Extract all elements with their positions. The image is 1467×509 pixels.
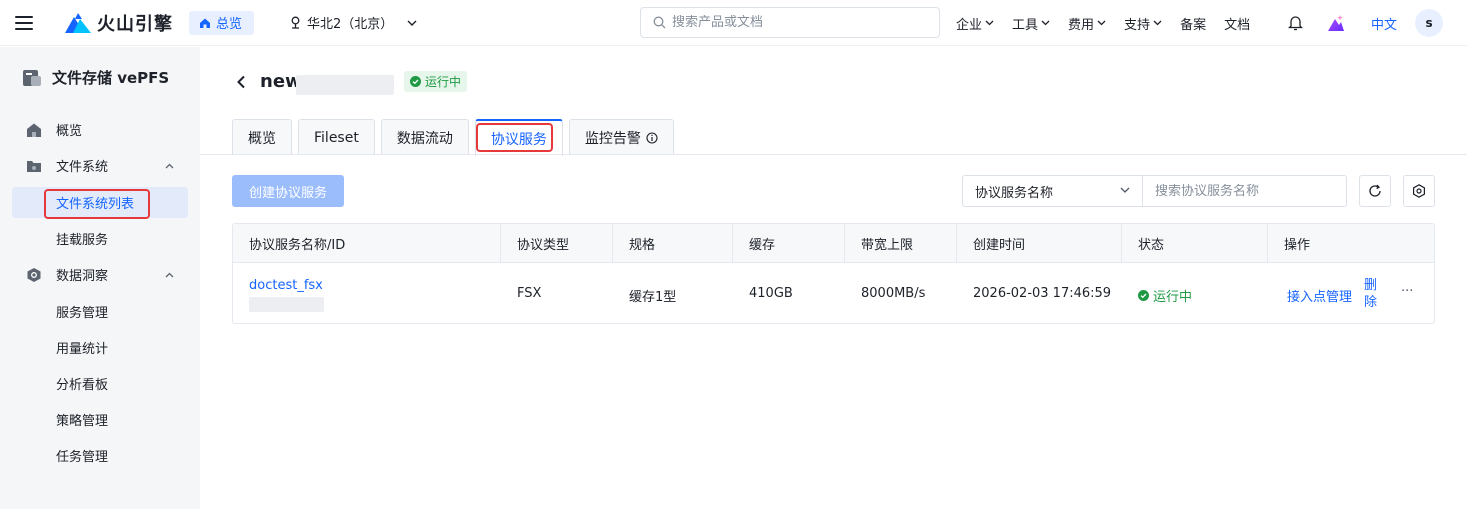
sidebar-item-overview[interactable]: 概览 <box>12 114 188 145</box>
sidebar-item-policy-management[interactable]: 策略管理 <box>12 404 188 435</box>
region-selector[interactable]: 华北2（北京） <box>290 13 417 32</box>
chevron-down-icon <box>1120 187 1130 193</box>
sidebar-item-filesystem[interactable]: 文件系统 <box>12 150 188 181</box>
cell-type: FSX <box>517 286 542 301</box>
delete-link[interactable]: 删 除 <box>1364 277 1377 311</box>
gear-icon <box>1413 184 1425 198</box>
nav-links: 企业 工具 费用 支持 备案 文档 <box>956 0 1268 46</box>
table-header: 协议服务名称/ID 协议类型 规格 缓存 带宽上限 创建时间 状态 操作 <box>233 224 1434 263</box>
bell-icon[interactable] <box>1288 15 1303 31</box>
chevron-up-icon <box>165 272 174 277</box>
nav-link-support[interactable]: 支持 <box>1124 14 1162 33</box>
tab-bar: 概览 Fileset 数据流动 协议服务 监控告警 <box>232 119 680 156</box>
sidebar-item-usage-stats[interactable]: 用量统计 <box>12 332 188 363</box>
logo[interactable]: 火山引擎 <box>65 10 173 36</box>
nav-link-filing[interactable]: 备案 <box>1180 14 1206 33</box>
column-header: 缓存 <box>733 224 845 263</box>
nav-link-tools[interactable]: 工具 <box>1012 14 1050 33</box>
refresh-button[interactable] <box>1359 175 1391 207</box>
tab-fileset[interactable]: Fileset <box>298 119 375 155</box>
chevron-down-icon <box>985 20 994 26</box>
home-icon <box>27 123 41 137</box>
filter-select[interactable]: 协议服务名称 <box>962 175 1143 207</box>
insight-icon <box>27 267 41 282</box>
redacted-id <box>296 75 394 95</box>
cell-spec: 缓存1型 <box>629 290 677 305</box>
check-circle-icon <box>1138 290 1149 301</box>
cell-cache: 410GB <box>749 286 793 301</box>
global-search[interactable] <box>640 7 940 38</box>
sidebar-item-task-management[interactable]: 任务管理 <box>12 440 188 471</box>
volcano-logo-icon <box>65 12 91 33</box>
create-protocol-service-button[interactable]: 创建协议服务 <box>232 175 345 207</box>
status-badge: 运行中 <box>404 71 468 92</box>
home-label: 总览 <box>216 17 243 32</box>
chevron-down-icon <box>407 20 417 26</box>
right-nav: 中文 s <box>1288 0 1444 46</box>
column-header: 操作 <box>1284 238 1311 253</box>
tab-divider <box>200 154 1467 155</box>
protocol-search-input[interactable] <box>1155 183 1335 199</box>
column-header: 创建时间 <box>957 224 1122 263</box>
main-content: new 运行中 概览 Fileset 数据流动 协议服务 监控告警 创建协议服务… <box>200 47 1467 509</box>
protocol-service-name-link[interactable]: doctest_fsx <box>249 278 323 293</box>
search-icon <box>653 16 666 29</box>
column-header: 协议类型 <box>501 224 613 263</box>
region-label: 华北2（北京） <box>307 17 394 32</box>
sidebar-item-dashboard[interactable]: 分析看板 <box>12 368 188 399</box>
menu-icon[interactable] <box>15 15 33 30</box>
protocol-search[interactable] <box>1142 175 1347 207</box>
home-icon <box>200 18 210 28</box>
location-pin-icon <box>291 16 300 29</box>
check-circle-icon <box>410 76 421 87</box>
column-header: 状态 <box>1122 224 1268 263</box>
column-header: 带宽上限 <box>845 224 957 263</box>
nav-link-billing[interactable]: 费用 <box>1068 14 1106 33</box>
cell-bandwidth: 8000MB/s <box>861 286 926 301</box>
file-storage-icon <box>23 69 41 86</box>
sidebar-item-service-management[interactable]: 服务管理 <box>12 296 188 327</box>
column-header: 规格 <box>613 224 733 263</box>
ai-assistant-icon[interactable] <box>1327 14 1345 32</box>
sidebar-item-filesystem-list[interactable]: 文件系统列表 <box>12 187 188 218</box>
column-header: 协议服务名称/ID <box>233 224 501 263</box>
home-button[interactable]: 总览 <box>189 10 255 35</box>
sidebar: 文件存储 vePFS 概览 文件系统 文件系统列表 挂载服务 数据洞察 服务管理… <box>0 47 200 509</box>
chevron-down-icon <box>1153 20 1162 26</box>
tab-overview[interactable]: 概览 <box>232 119 292 155</box>
chevron-down-icon <box>1041 20 1050 26</box>
more-actions-button[interactable]: ··· <box>1401 284 1413 299</box>
access-point-management-link[interactable]: 接入点管理 <box>1287 286 1352 305</box>
nav-link-enterprise[interactable]: 企业 <box>956 14 994 33</box>
folder-icon <box>27 160 41 172</box>
cell-status: 运行中 <box>1138 286 1192 305</box>
language-switch[interactable]: 中文 <box>1371 14 1397 33</box>
top-nav: 火山引擎 总览 华北2（北京） 企业 工具 费用 支持 备案 文档 中文 s <box>0 0 1467 46</box>
tab-monitoring[interactable]: 监控告警 <box>568 119 674 155</box>
logo-text: 火山引擎 <box>97 13 173 35</box>
info-icon <box>646 131 658 144</box>
refresh-icon <box>1369 184 1381 197</box>
avatar[interactable]: s <box>1415 9 1444 37</box>
tab-protocol-service[interactable]: 协议服务 <box>474 119 563 156</box>
sidebar-title: 文件存储 vePFS <box>22 67 169 88</box>
back-arrow-icon[interactable] <box>236 75 246 89</box>
sidebar-item-data-insight[interactable]: 数据洞察 <box>12 259 188 290</box>
cell-created-time: 2026-02-03 17:46:59 <box>973 286 1112 301</box>
settings-button[interactable] <box>1403 175 1435 207</box>
sidebar-item-mount-service[interactable]: 挂载服务 <box>12 223 188 254</box>
chevron-up-icon <box>165 163 174 168</box>
global-search-input[interactable] <box>672 15 912 30</box>
nav-link-docs[interactable]: 文档 <box>1224 14 1250 33</box>
tab-data-flow[interactable]: 数据流动 <box>380 119 469 155</box>
protocol-service-table: 协议服务名称/ID 协议类型 规格 缓存 带宽上限 创建时间 状态 操作 doc… <box>232 223 1435 324</box>
redacted-service-id <box>249 297 324 312</box>
chevron-down-icon <box>1097 20 1106 26</box>
